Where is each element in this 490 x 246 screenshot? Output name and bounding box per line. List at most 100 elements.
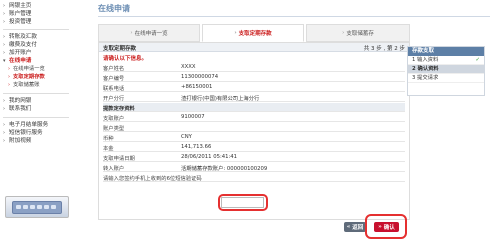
row-value: 141,713.66	[181, 144, 212, 150]
bullet-icon: ›	[3, 50, 5, 56]
row-value: 9100007	[181, 114, 205, 120]
bullet-icon: ▾	[3, 58, 6, 64]
progress-label: 1 输入资料	[412, 57, 439, 63]
sidebar-item[interactable]: › 支取定期存款	[8, 74, 45, 81]
detail-row: 转入账户 活期储蓄存款账户: 000000100209	[103, 163, 405, 172]
sidebar-item[interactable]: › 我的网银	[3, 98, 31, 105]
sidebar-item[interactable]: › 转账及汇款	[3, 34, 37, 41]
row-value: CNY	[181, 134, 192, 140]
sidebar-item-label: 在线申请一览	[13, 66, 45, 72]
progress-step-1: 1 输入资料 ✓	[408, 56, 484, 65]
row-key: 转入账户	[103, 166, 125, 172]
sidebar-item-label: 转账及汇款	[9, 34, 37, 40]
bullet-icon: ›	[3, 98, 5, 104]
sidebar-item[interactable]: › 联系我们	[3, 106, 31, 113]
tab-bar: › 在线申请一览 › 支取定期存款 › 支取储蓄存	[98, 24, 410, 42]
row-key: 账户类型	[103, 126, 125, 132]
step-counter: 共 3 步 , 第 2 步	[363, 46, 405, 52]
row-key: 客户编号	[103, 76, 125, 82]
sidebar-item-label: 投资管理	[9, 19, 32, 25]
sidebar-item[interactable]: › 加开账户	[3, 50, 31, 57]
security-device-promo[interactable]	[5, 196, 69, 218]
bullet-icon: ›	[3, 19, 5, 25]
section-header: 提款定存资料	[103, 103, 405, 112]
bullet-icon: ›	[3, 11, 5, 17]
bullet-icon: ›	[8, 82, 10, 88]
sidebar-item[interactable]: › 短信银行服务	[3, 130, 43, 137]
sidebar: › 网银主页 › 账户管理 › 投资管理 › 转账及汇款 › 缴费及支付 › 加开账户 ▾ 在线申请 › 在线…	[0, 0, 76, 246]
row-key: 支取账户	[103, 116, 125, 122]
panel-header: 支取定期存款 共 3 步 , 第 2 步	[99, 43, 409, 52]
sidebar-item[interactable]: › 附加视频	[3, 138, 31, 145]
row-key: 支取申请日期	[103, 156, 135, 162]
page-title: 在线申请	[98, 4, 130, 13]
row-value: 渣打银行(中国)有限公司上海分行	[181, 96, 260, 102]
row-value: 活期储蓄存款账户: 000000100209	[181, 166, 268, 172]
sidebar-item[interactable]: › 账户管理	[3, 11, 31, 18]
keyboard-icon	[12, 201, 62, 214]
row-key: 请输入您签约手机上收到的6位短信验证码	[103, 176, 202, 182]
detail-row: 币种 CNY	[103, 133, 405, 142]
bullet-icon: ›	[3, 138, 5, 144]
bullet-icon: ›	[8, 74, 10, 80]
detail-row: 客户编号 11300000074	[103, 73, 405, 82]
row-key: 币种	[103, 136, 114, 142]
sidebar-item[interactable]: › 在线申请一览	[8, 66, 45, 73]
detail-row: 开户分行 渣打银行(中国)有限公司上海分行	[103, 93, 405, 102]
arrow-icon: ›	[130, 30, 133, 36]
sidebar-item[interactable]: › 缴费及支付	[3, 42, 37, 49]
back-label: 返回	[352, 225, 364, 231]
input-highlight	[218, 194, 268, 211]
row-key: 联系电话	[103, 86, 125, 92]
sidebar-item-label: 我的网银	[9, 98, 32, 104]
sidebar-item-label: 账户管理	[9, 11, 32, 17]
detail-row: 客户姓名 XXXX	[103, 63, 405, 72]
arrow-icon: ›	[342, 30, 345, 36]
bullet-icon: ›	[3, 130, 5, 136]
sidebar-item[interactable]: › 网银主页	[3, 3, 31, 10]
check-icon: ✓	[475, 57, 480, 63]
sidebar-divider	[3, 29, 69, 30]
sidebar-item[interactable]: › 投资管理	[3, 19, 31, 26]
row-value: +86150001	[181, 84, 213, 90]
bullet-icon: ›	[3, 34, 5, 40]
tab-label: 支取储蓄存	[346, 31, 374, 37]
arrow-icon: ›	[234, 30, 237, 36]
row-key: 开户分行	[103, 96, 125, 102]
sidebar-item-label: 在线申请	[9, 58, 32, 64]
progress-title: 存款支取	[408, 47, 484, 56]
tab-label: 在线申请一览	[134, 31, 168, 37]
progress-label: 3 提交请求	[412, 75, 439, 81]
tab-label: 支取定期存款	[238, 31, 272, 37]
bullet-icon: ›	[8, 66, 10, 72]
tab-withdraw-savings[interactable]: › 支取储蓄存	[306, 24, 410, 42]
tab-withdraw-fixed[interactable]: › 支取定期存款	[202, 24, 304, 42]
sidebar-item[interactable]: › 电子月结单服务	[3, 122, 48, 129]
confirm-prompt: 请确认以下信息。	[103, 56, 148, 62]
panel-title: 支取定期存款	[103, 46, 137, 52]
sidebar-item-label: 缴费及支付	[9, 42, 37, 48]
sidebar-item-label: 支取储蓄账	[13, 82, 40, 88]
row-key: 提款定存资料	[103, 106, 135, 112]
sidebar-item-label: 附加视频	[9, 138, 32, 144]
row-value: 28/06/2011 05:41:41	[181, 154, 238, 160]
bullet-icon: ›	[3, 122, 5, 128]
row-key: 本金	[103, 146, 114, 152]
detail-row: 联系电话 +86150001	[103, 83, 405, 92]
progress-box: 存款支取 1 输入资料 ✓ 2 确认资料 3 提交请求	[407, 46, 485, 96]
bullet-icon: ›	[3, 106, 5, 112]
tab-online-list[interactable]: › 在线申请一览	[98, 24, 200, 42]
sidebar-item[interactable]: ▾ 在线申请	[3, 58, 31, 65]
detail-row: 请输入您签约手机上收到的6位短信验证码	[103, 173, 405, 182]
back-button[interactable]: « 返回	[344, 222, 366, 232]
sidebar-divider	[3, 93, 69, 94]
detail-row: 本金 141,713.66	[103, 143, 405, 152]
bullet-icon: ›	[3, 3, 5, 9]
sidebar-item[interactable]: › 支取储蓄账	[8, 82, 40, 89]
detail-row: 支取申请日期 28/06/2011 05:41:41	[103, 153, 405, 162]
row-value: 11300000074	[181, 74, 219, 80]
bullet-icon: ›	[3, 42, 5, 48]
progress-step-2: 2 确认资料	[408, 65, 484, 74]
sidebar-item-label: 短信银行服务	[9, 130, 43, 136]
sidebar-item-label: 联系我们	[9, 106, 32, 112]
